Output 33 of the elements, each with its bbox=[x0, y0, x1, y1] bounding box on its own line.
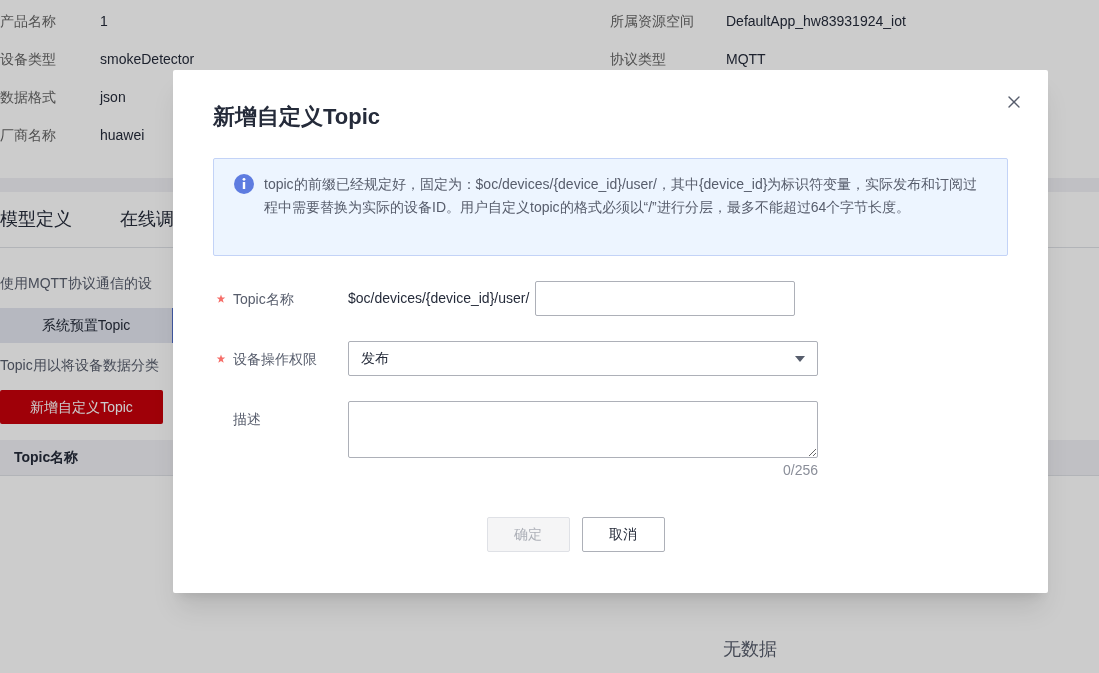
description-text: 使用MQTT协议通信的设 bbox=[0, 275, 152, 291]
info-label: 数据格式 bbox=[0, 87, 57, 107]
info-label: 设备类型 bbox=[0, 49, 57, 69]
field-label: 描述 bbox=[233, 410, 261, 429]
info-label: 所属资源空间 bbox=[610, 11, 695, 31]
field-label: 设备操作权限 bbox=[233, 350, 317, 369]
topic-name-input[interactable] bbox=[535, 281, 796, 316]
info-label: 产品名称 bbox=[0, 11, 57, 31]
info-value: MQTT bbox=[726, 49, 766, 69]
info-label: 厂商名称 bbox=[0, 125, 57, 145]
field-label: Topic名称 bbox=[233, 290, 294, 309]
info-value: json bbox=[100, 87, 126, 107]
add-topic-button[interactable]: 新增自定义Topic bbox=[0, 390, 163, 424]
char-counter: 0/256 bbox=[782, 461, 818, 480]
info-value: 1 bbox=[100, 11, 108, 31]
info-value: DefaultApp_hw83931924_iot bbox=[726, 11, 906, 31]
info-value: huawei bbox=[100, 125, 145, 145]
info-value: smokeDetector bbox=[100, 49, 195, 69]
topic-prefix: $oc/devices/{device_id}/user/ bbox=[348, 289, 530, 308]
column-header: Topic名称 bbox=[14, 448, 79, 467]
permission-select[interactable]: 发布 bbox=[348, 341, 818, 376]
info-label: 协议类型 bbox=[610, 49, 667, 69]
page-tab[interactable]: 在线调 bbox=[120, 206, 174, 233]
topic-tab[interactable]: 系统预置Topic bbox=[0, 308, 172, 343]
info-icon bbox=[234, 174, 254, 194]
dropdown-caret-icon bbox=[795, 355, 805, 362]
empty-text: 无数据 bbox=[722, 638, 777, 661]
description-textarea[interactable] bbox=[348, 401, 818, 458]
page-tab[interactable]: 模型定义 bbox=[0, 206, 72, 233]
hint-text: Topic用以将设备数据分类 bbox=[0, 357, 159, 373]
dialog-title: 新增自定义Topic bbox=[213, 103, 381, 131]
cancel-button[interactable]: 取消 bbox=[581, 517, 665, 552]
alert-text: topic的前缀已经规定好，固定为：$oc/devices/{device_id}/user/，其中{device_id}为标识符变量，实际发布和订阅过程中需要替换为实际的设备ID。用户自定义topic的格式必须以“/”进行分层，最多不能超过64个字节长度。 bbox=[264, 175, 979, 217]
